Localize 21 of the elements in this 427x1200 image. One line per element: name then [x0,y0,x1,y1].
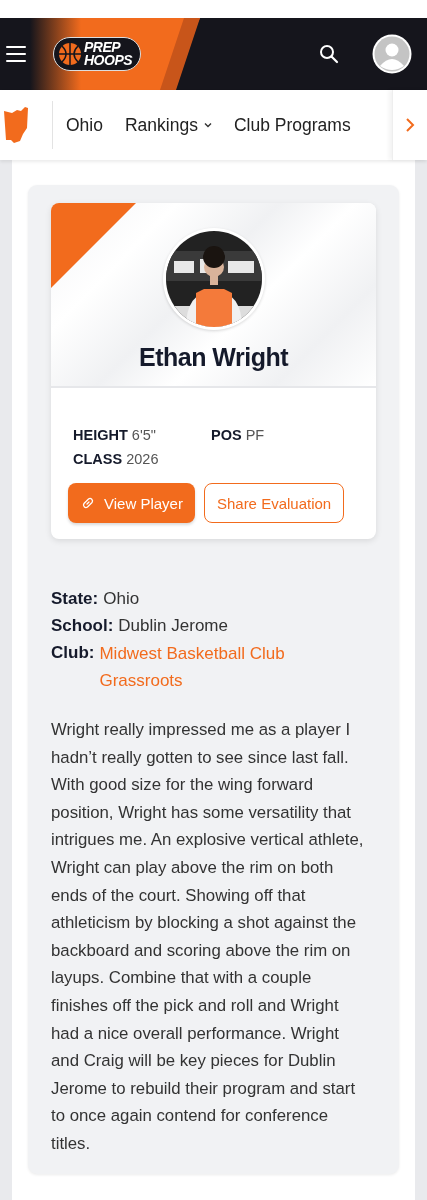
search-icon[interactable] [319,44,339,64]
caret-icon [203,122,212,128]
detail-label: Club: [51,642,95,664]
player-stat: HEIGHT 6'5" [73,427,157,443]
chevron-right-icon [405,117,415,133]
detail-value: Ohio [103,588,140,610]
detail-label: School: [51,615,114,637]
player-stat: CLASS 2026 [73,451,160,467]
link-icon [80,495,96,511]
player-name: Ethan Wright [138,343,289,372]
state-map-icon [4,107,28,143]
detail-value: Dublin Jerome [118,615,228,637]
player-stat: POS PF [211,427,266,443]
nav-link[interactable]: Rankings [124,114,212,136]
avatar-icon[interactable] [372,34,412,74]
detail-label: State: [51,588,99,610]
nav-link[interactable]: Ohio [66,114,103,136]
menu-icon[interactable] [6,46,26,62]
logo[interactable]: PREP HOOPS [53,37,142,71]
evaluation-text: Wright really impressed me as a player I hadn’t really gotten to see since last fall. With good size for the wing forward position, Wright has some versatility that intrigues me. An explosive vertical athlete, Wright can play above the rim on both ends of the court. Showing off that athleticism by blocking a shot against the backboard and scoring above the rim on layups. Combine that with a couple finishes off the pick and roll and Wright had a nice overall performance. Wright and Craig will be key pieces for Dublin Jerome to rebuild their program and start to once again contend for conference titles. [51,719,365,1155]
nav-link[interactable]: Club Programs [233,114,351,136]
